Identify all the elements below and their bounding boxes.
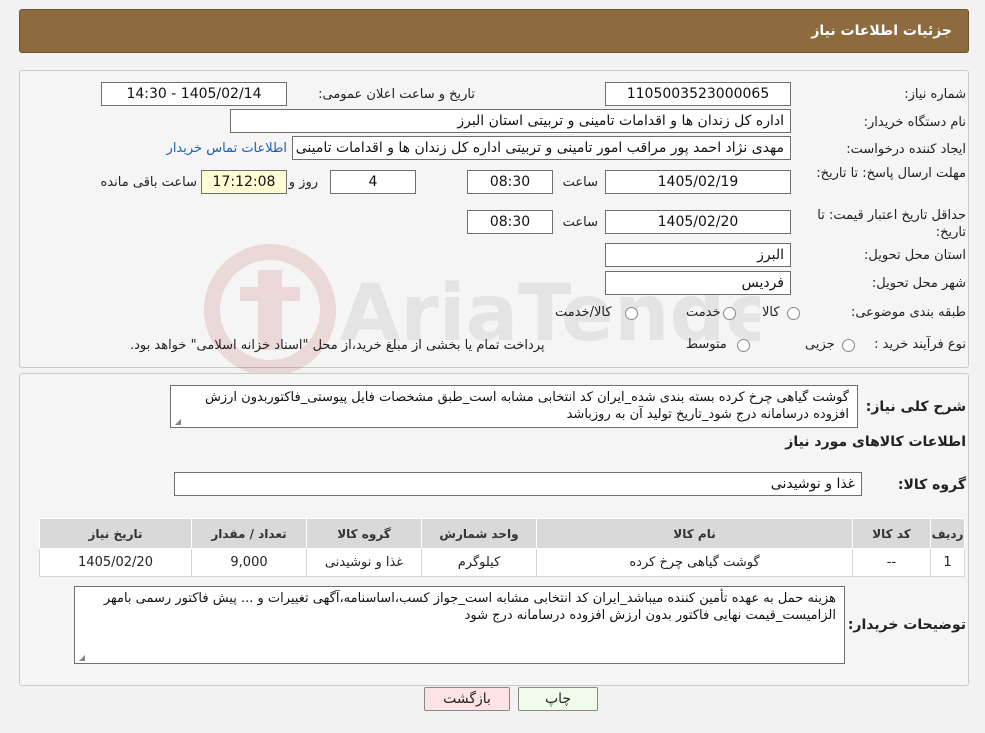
price-validity-time-label: ساعت (562, 215, 598, 230)
col-item-name: نام کالا (536, 518, 853, 549)
process-note: پرداخت تمام یا بخشی از مبلغ خرید،از محل … (130, 338, 545, 353)
col-row-number: ردیف (930, 518, 965, 549)
category-option-goods-service: کالا/خدمت (555, 305, 612, 320)
description-textarea: گوشت گیاهی چرخ کرده بسته بندی شده_ایران … (170, 385, 858, 428)
process-label: نوع فرآیند خرید : (874, 337, 966, 352)
goods-group-field: غذا و نوشیدنی (174, 472, 862, 496)
table-row: 1 -- گوشت گیاهی چرخ کرده کیلوگرم غذا و ن… (39, 548, 965, 577)
cell-unit: کیلوگرم (421, 548, 537, 577)
category-radio-goods[interactable] (787, 307, 800, 320)
category-radio-service[interactable] (723, 307, 736, 320)
page-header: جزئیات اطلاعات نیاز (19, 9, 969, 53)
buyer-notes-textarea: هزینه حمل به عهده تأمین کننده میباشد_ایر… (74, 586, 845, 664)
days-label: روز و (288, 175, 318, 190)
remaining-time-field: 17:12:08 (201, 170, 287, 194)
process-radio-medium[interactable] (737, 339, 750, 352)
goods-table-header: ردیف کد کالا نام کالا واحد شمارش گروه کا… (39, 518, 965, 549)
goods-section-title: اطلاعات کالاهای مورد نیاز (785, 434, 966, 450)
need-number-field: 1105003523000065 (605, 82, 791, 106)
col-quantity: تعداد / مقدار (191, 518, 307, 549)
cell-item-group: غذا و نوشیدنی (306, 548, 422, 577)
category-label: طبقه بندی موضوعی: (850, 305, 966, 320)
col-item-code: کد کالا (852, 518, 931, 549)
remaining-time-label: ساعت باقی مانده (100, 175, 197, 190)
deadline-label: مهلت ارسال پاسخ: تا تاریخ: (816, 166, 966, 181)
announce-label: تاریخ و ساعت اعلان عمومی: (318, 87, 475, 102)
cell-item-code: -- (852, 548, 931, 577)
goods-table: ردیف کد کالا نام کالا واحد شمارش گروه کا… (39, 518, 965, 577)
col-item-group: گروه کالا (306, 518, 422, 549)
col-unit: واحد شمارش (421, 518, 537, 549)
cell-quantity: 9,000 (191, 548, 307, 577)
requester-label: ایجاد کننده درخواست: (846, 142, 966, 157)
resize-grip-icon[interactable]: ◢ (77, 654, 85, 662)
requester-field: مهدی نژاد احمد پور مراقب امور تامینی و ت… (292, 136, 791, 160)
announce-datetime-field: 1405/02/14 - 14:30 (101, 82, 287, 106)
province-field: البرز (605, 243, 791, 267)
col-need-date: تاریخ نیاز (39, 518, 192, 549)
back-button[interactable]: بازگشت (424, 687, 510, 711)
description-text: گوشت گیاهی چرخ کرده بسته بندی شده_ایران … (205, 390, 849, 422)
print-button[interactable]: چاپ (518, 687, 598, 711)
city-label: شهر محل تحویل: (871, 276, 966, 291)
goods-group-label: گروه کالا: (897, 477, 966, 493)
buyer-org-field: اداره کل زندان ها و اقدامات تامینی و ترب… (230, 109, 791, 133)
deadline-date-field: 1405/02/19 (605, 170, 791, 194)
buyer-contact-link[interactable]: اطلاعات تماس خریدار (167, 141, 287, 156)
city-field: فردیس (605, 271, 791, 295)
page-title: جزئیات اطلاعات نیاز (811, 23, 952, 39)
process-radio-minor[interactable] (842, 339, 855, 352)
need-number-label: شماره نیاز: (904, 87, 966, 102)
category-option-goods: کالا (762, 305, 780, 320)
price-validity-label: حداقل تاریخ اعتبار قیمت: تا تاریخ: (817, 208, 966, 240)
deadline-time-field: 08:30 (467, 170, 553, 194)
category-option-service: خدمت (686, 305, 721, 320)
buyer-notes-text: هزینه حمل به عهده تأمین کننده میباشد_ایر… (103, 591, 836, 623)
province-label: استان محل تحویل: (864, 248, 966, 263)
category-radio-goods-service[interactable] (625, 307, 638, 320)
cell-need-date: 1405/02/20 (39, 548, 192, 577)
description-label: شرح کلی نیاز: (865, 399, 966, 415)
buyer-org-label: نام دستگاه خریدار: (863, 115, 966, 130)
buyer-notes-label: توضیحات خریدار: (847, 617, 966, 633)
process-option-medium: متوسط (686, 337, 727, 352)
process-option-minor: جزیی (805, 337, 835, 352)
days-remaining-field: 4 (330, 170, 416, 194)
resize-grip-icon[interactable]: ◢ (173, 418, 181, 426)
cell-item-name: گوشت گیاهی چرخ کرده (536, 548, 853, 577)
price-validity-date-field: 1405/02/20 (605, 210, 791, 234)
cell-row-number: 1 (930, 548, 965, 577)
price-validity-time-field: 08:30 (467, 210, 553, 234)
deadline-time-label: ساعت (562, 175, 598, 190)
